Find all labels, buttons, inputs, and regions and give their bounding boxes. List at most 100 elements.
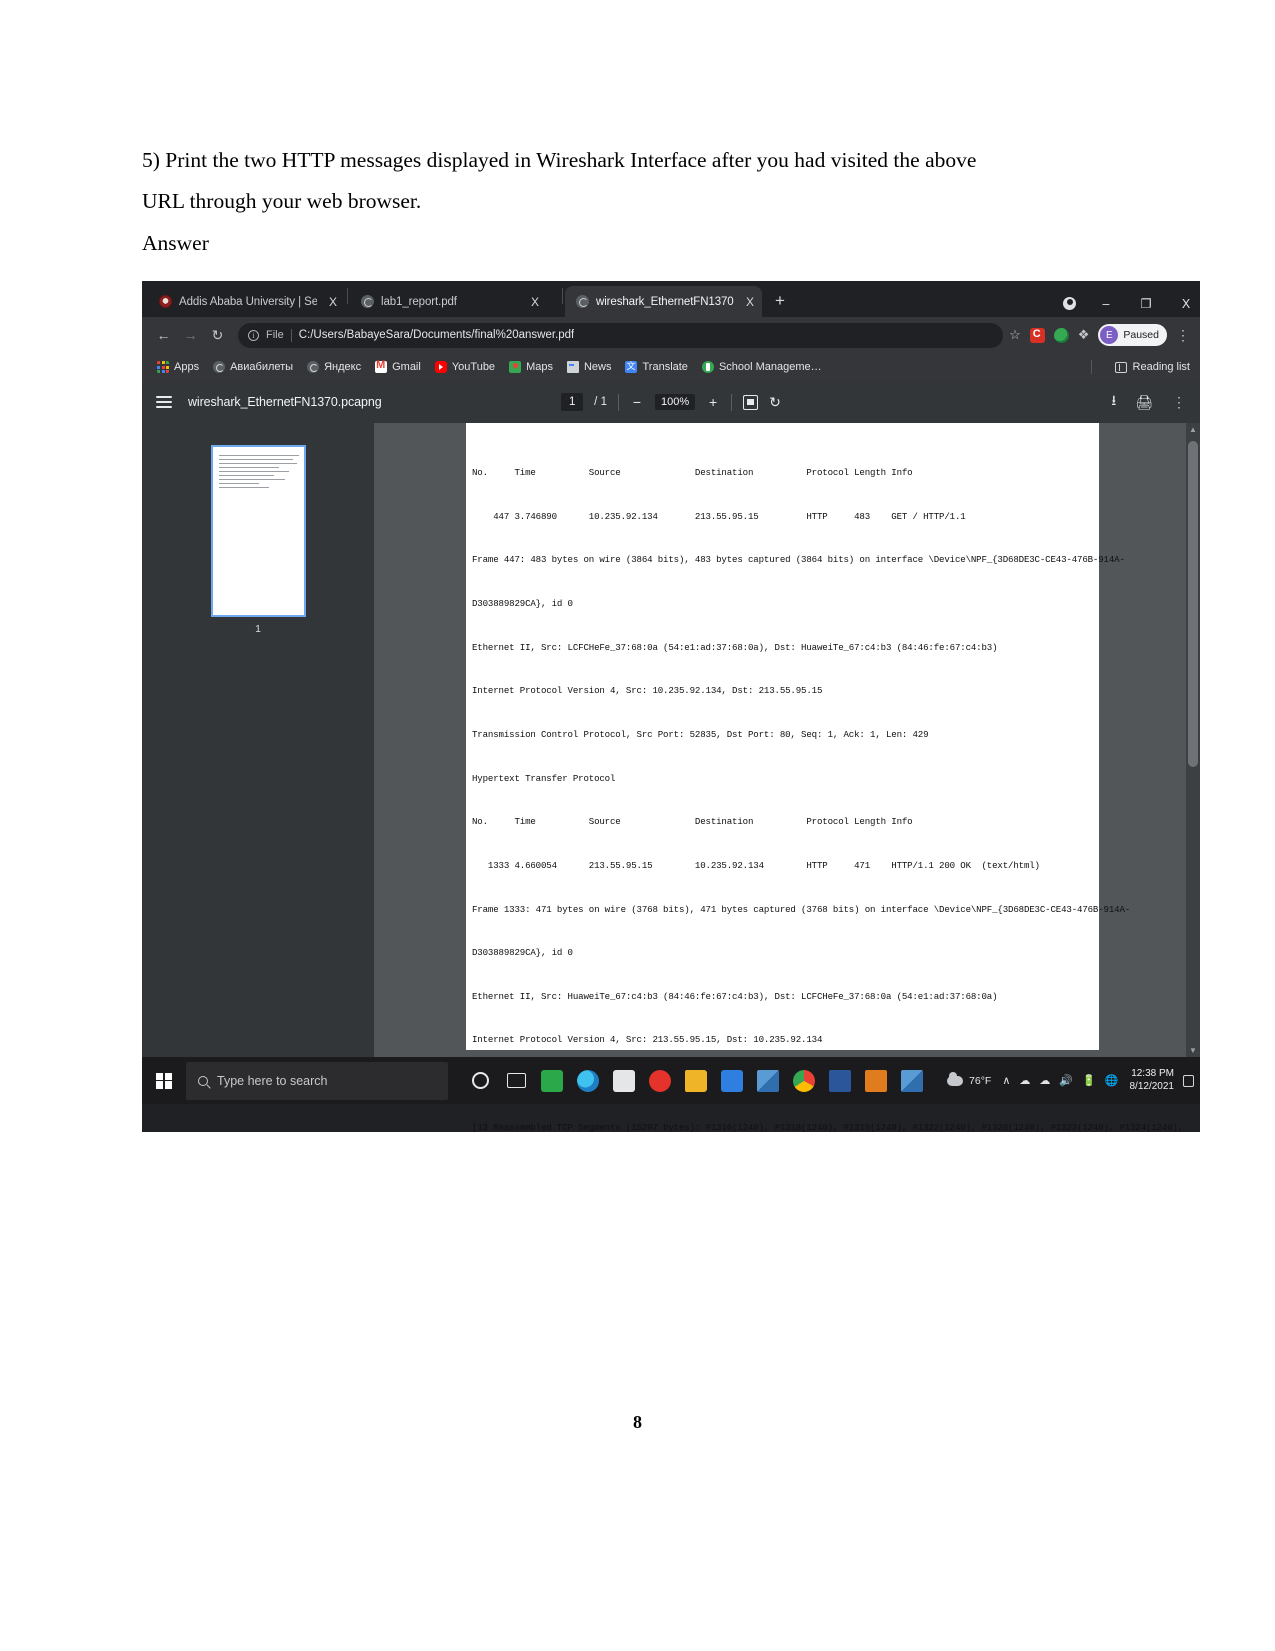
maximize-button[interactable]: ❐ xyxy=(1136,296,1156,311)
reading-list-button[interactable]: Reading list xyxy=(1114,353,1190,381)
edge-icon[interactable] xyxy=(570,1057,606,1104)
task-view-icon[interactable] xyxy=(498,1057,534,1104)
pdf-page-area: No. Time Source Destination Protocol Len… xyxy=(374,423,1200,1132)
capture-line: Hypertext Transfer Protocol xyxy=(472,772,616,784)
bookmark-gmail[interactable]: Gmail xyxy=(368,359,428,373)
extensions-puzzle-icon[interactable]: ❖ xyxy=(1078,327,1090,343)
wireshark2-icon[interactable] xyxy=(894,1057,930,1104)
file-explorer-icon[interactable] xyxy=(678,1057,714,1104)
capture-line: 447 3.746890 10.235.92.134 213.55.95.15 … xyxy=(472,510,966,522)
bookmark-apps[interactable]: Apps xyxy=(150,361,206,373)
scrollbar-thumb[interactable] xyxy=(1188,441,1198,767)
network-icon[interactable]: 🌐 xyxy=(1105,1074,1119,1087)
pdf-page: No. Time Source Destination Protocol Len… xyxy=(466,423,1183,1132)
tab-label: lab1_report.pdf xyxy=(381,295,457,308)
toolbar-divider xyxy=(731,393,733,411)
search-icon xyxy=(198,1075,208,1086)
media-player-icon[interactable] xyxy=(714,1057,750,1104)
pdf-more-menu-icon[interactable]: ⋮ xyxy=(1172,395,1186,409)
minimize-button[interactable]: – xyxy=(1096,297,1116,311)
start-button[interactable] xyxy=(142,1057,186,1104)
bookmark-maps[interactable]: Maps xyxy=(502,361,560,373)
page-number: 8 xyxy=(633,1412,642,1432)
capture-line: D303889829CA}, id 0 xyxy=(472,947,573,959)
capture-line: Internet Protocol Version 4, Src: 10.235… xyxy=(472,685,823,697)
notifications-icon[interactable] xyxy=(1183,1074,1194,1087)
mail-icon[interactable] xyxy=(534,1057,570,1104)
zoom-in-button[interactable]: + xyxy=(706,394,720,410)
chrome-icon[interactable] xyxy=(786,1057,822,1104)
new-tab-button[interactable]: + xyxy=(762,292,785,317)
weather-widget[interactable]: 76°F xyxy=(947,1071,991,1087)
browser-tab-strip: Addis Ababa University | Seek Wi X lab1_… xyxy=(142,281,1200,317)
back-button[interactable]: ← xyxy=(150,322,177,349)
fit-page-icon[interactable] xyxy=(743,394,759,410)
show-hidden-icons-chevron-icon[interactable]: ∧ xyxy=(1002,1074,1010,1087)
download-icon[interactable]: ⭳ xyxy=(1111,390,1116,414)
capture-line: 1333 4.660054 213.55.95.15 10.235.92.134… xyxy=(472,859,1040,871)
avatar: E xyxy=(1100,326,1119,344)
page-thumbnail[interactable] xyxy=(210,445,306,617)
bookmark-school-management[interactable]: School Manageme… xyxy=(695,361,829,373)
profile-status-label: Paused xyxy=(1123,329,1159,341)
word-icon[interactable] xyxy=(822,1057,858,1104)
onedrive-icon[interactable]: ☁ xyxy=(1019,1074,1030,1087)
rotate-icon[interactable]: ↻ xyxy=(769,394,781,411)
print-icon[interactable]: 🖨 xyxy=(1135,394,1153,411)
volume-icon[interactable]: 🔊 xyxy=(1059,1074,1073,1087)
extension-icon-2[interactable] xyxy=(1053,327,1069,343)
scroll-down-arrow-icon[interactable]: ▼ xyxy=(1186,1044,1200,1057)
bookmark-news[interactable]: News xyxy=(560,361,619,373)
extension-icon-1[interactable] xyxy=(1029,327,1045,343)
scroll-up-arrow-icon[interactable]: ▲ xyxy=(1186,423,1200,436)
tab-close-icon[interactable]: X xyxy=(746,295,754,309)
battery-icon[interactable]: 🔋 xyxy=(1082,1074,1096,1087)
tab-close-icon[interactable]: X xyxy=(531,295,539,309)
question-line-1: 5) Print the two HTTP messages displayed… xyxy=(142,148,977,172)
reload-button[interactable]: ↻ xyxy=(204,322,231,349)
capture-line: Frame 447: 483 bytes on wire (3864 bits)… xyxy=(472,554,1125,566)
bookmark-label: Translate xyxy=(642,361,688,373)
bookmark-youtube[interactable]: YouTube xyxy=(428,361,502,373)
bookmark-star-icon[interactable]: ☆ xyxy=(1009,327,1021,343)
forward-button[interactable]: → xyxy=(177,322,204,349)
cloud-sync-icon[interactable]: ☁ xyxy=(1039,1074,1050,1087)
profile-button[interactable]: E Paused xyxy=(1098,324,1167,346)
profile-people-icon[interactable] xyxy=(1063,297,1076,310)
bookmark-yandex[interactable]: Яндекс xyxy=(300,361,368,373)
sidebar-toggle-icon[interactable] xyxy=(156,396,172,408)
office-icon[interactable] xyxy=(858,1057,894,1104)
bookmark-label: News xyxy=(583,361,612,373)
clock-time: 12:38 PM xyxy=(1131,1068,1174,1079)
browser-tab-0[interactable]: Addis Ababa University | Seek Wi X xyxy=(148,286,345,317)
url-scheme-label: File xyxy=(266,329,284,341)
taskbar-search-input[interactable]: Type here to search xyxy=(186,1061,448,1100)
pdf-icon xyxy=(576,295,590,308)
zoom-out-button[interactable]: − xyxy=(630,394,644,410)
pdf-scrollbar[interactable]: ▲ ▼ xyxy=(1186,423,1200,1057)
pdf-toolbar-right: ⭳ 🖨 ⋮ xyxy=(1111,381,1186,423)
store-icon[interactable] xyxy=(606,1057,642,1104)
bookmark-translate[interactable]: Translate xyxy=(618,359,694,373)
wireshark-icon[interactable] xyxy=(750,1057,786,1104)
browser-menu-icon[interactable]: ⋮ xyxy=(1176,328,1190,342)
browser-tab-1[interactable]: lab1_report.pdf X xyxy=(350,286,560,317)
toolbar-divider xyxy=(617,393,619,411)
close-window-button[interactable]: X xyxy=(1176,297,1196,311)
search-placeholder: Type here to search xyxy=(217,1073,328,1088)
opera-icon[interactable] xyxy=(642,1057,678,1104)
toolbar-actions: ☆ ❖ E Paused ⋮ xyxy=(1009,324,1192,346)
cortana-icon[interactable] xyxy=(462,1057,498,1104)
capture-line: Ethernet II, Src: HuaweiTe_67:c4:b3 (84:… xyxy=(472,990,998,1002)
taskbar-clock[interactable]: 12:38 PM 8/12/2021 xyxy=(1130,1068,1175,1093)
maps-icon xyxy=(509,361,522,373)
page-number-input[interactable]: 1 xyxy=(561,393,584,411)
bookmark-aviabilety[interactable]: Авиабилеты xyxy=(206,361,300,373)
capture-line: [13 Reassembled TCP Segments (15297 byte… xyxy=(472,1121,1184,1132)
address-bar[interactable]: i File C:/Users/BabayeSara/Documents/fin… xyxy=(238,322,1004,348)
site-info-icon[interactable]: i xyxy=(248,329,259,341)
tab-close-icon[interactable]: X xyxy=(329,295,337,309)
browser-tab-2[interactable]: wireshark_EthernetFN1370.pcapn X xyxy=(565,286,763,317)
yandex-icon xyxy=(307,361,320,373)
clock-date: 8/12/2021 xyxy=(1129,1080,1175,1092)
